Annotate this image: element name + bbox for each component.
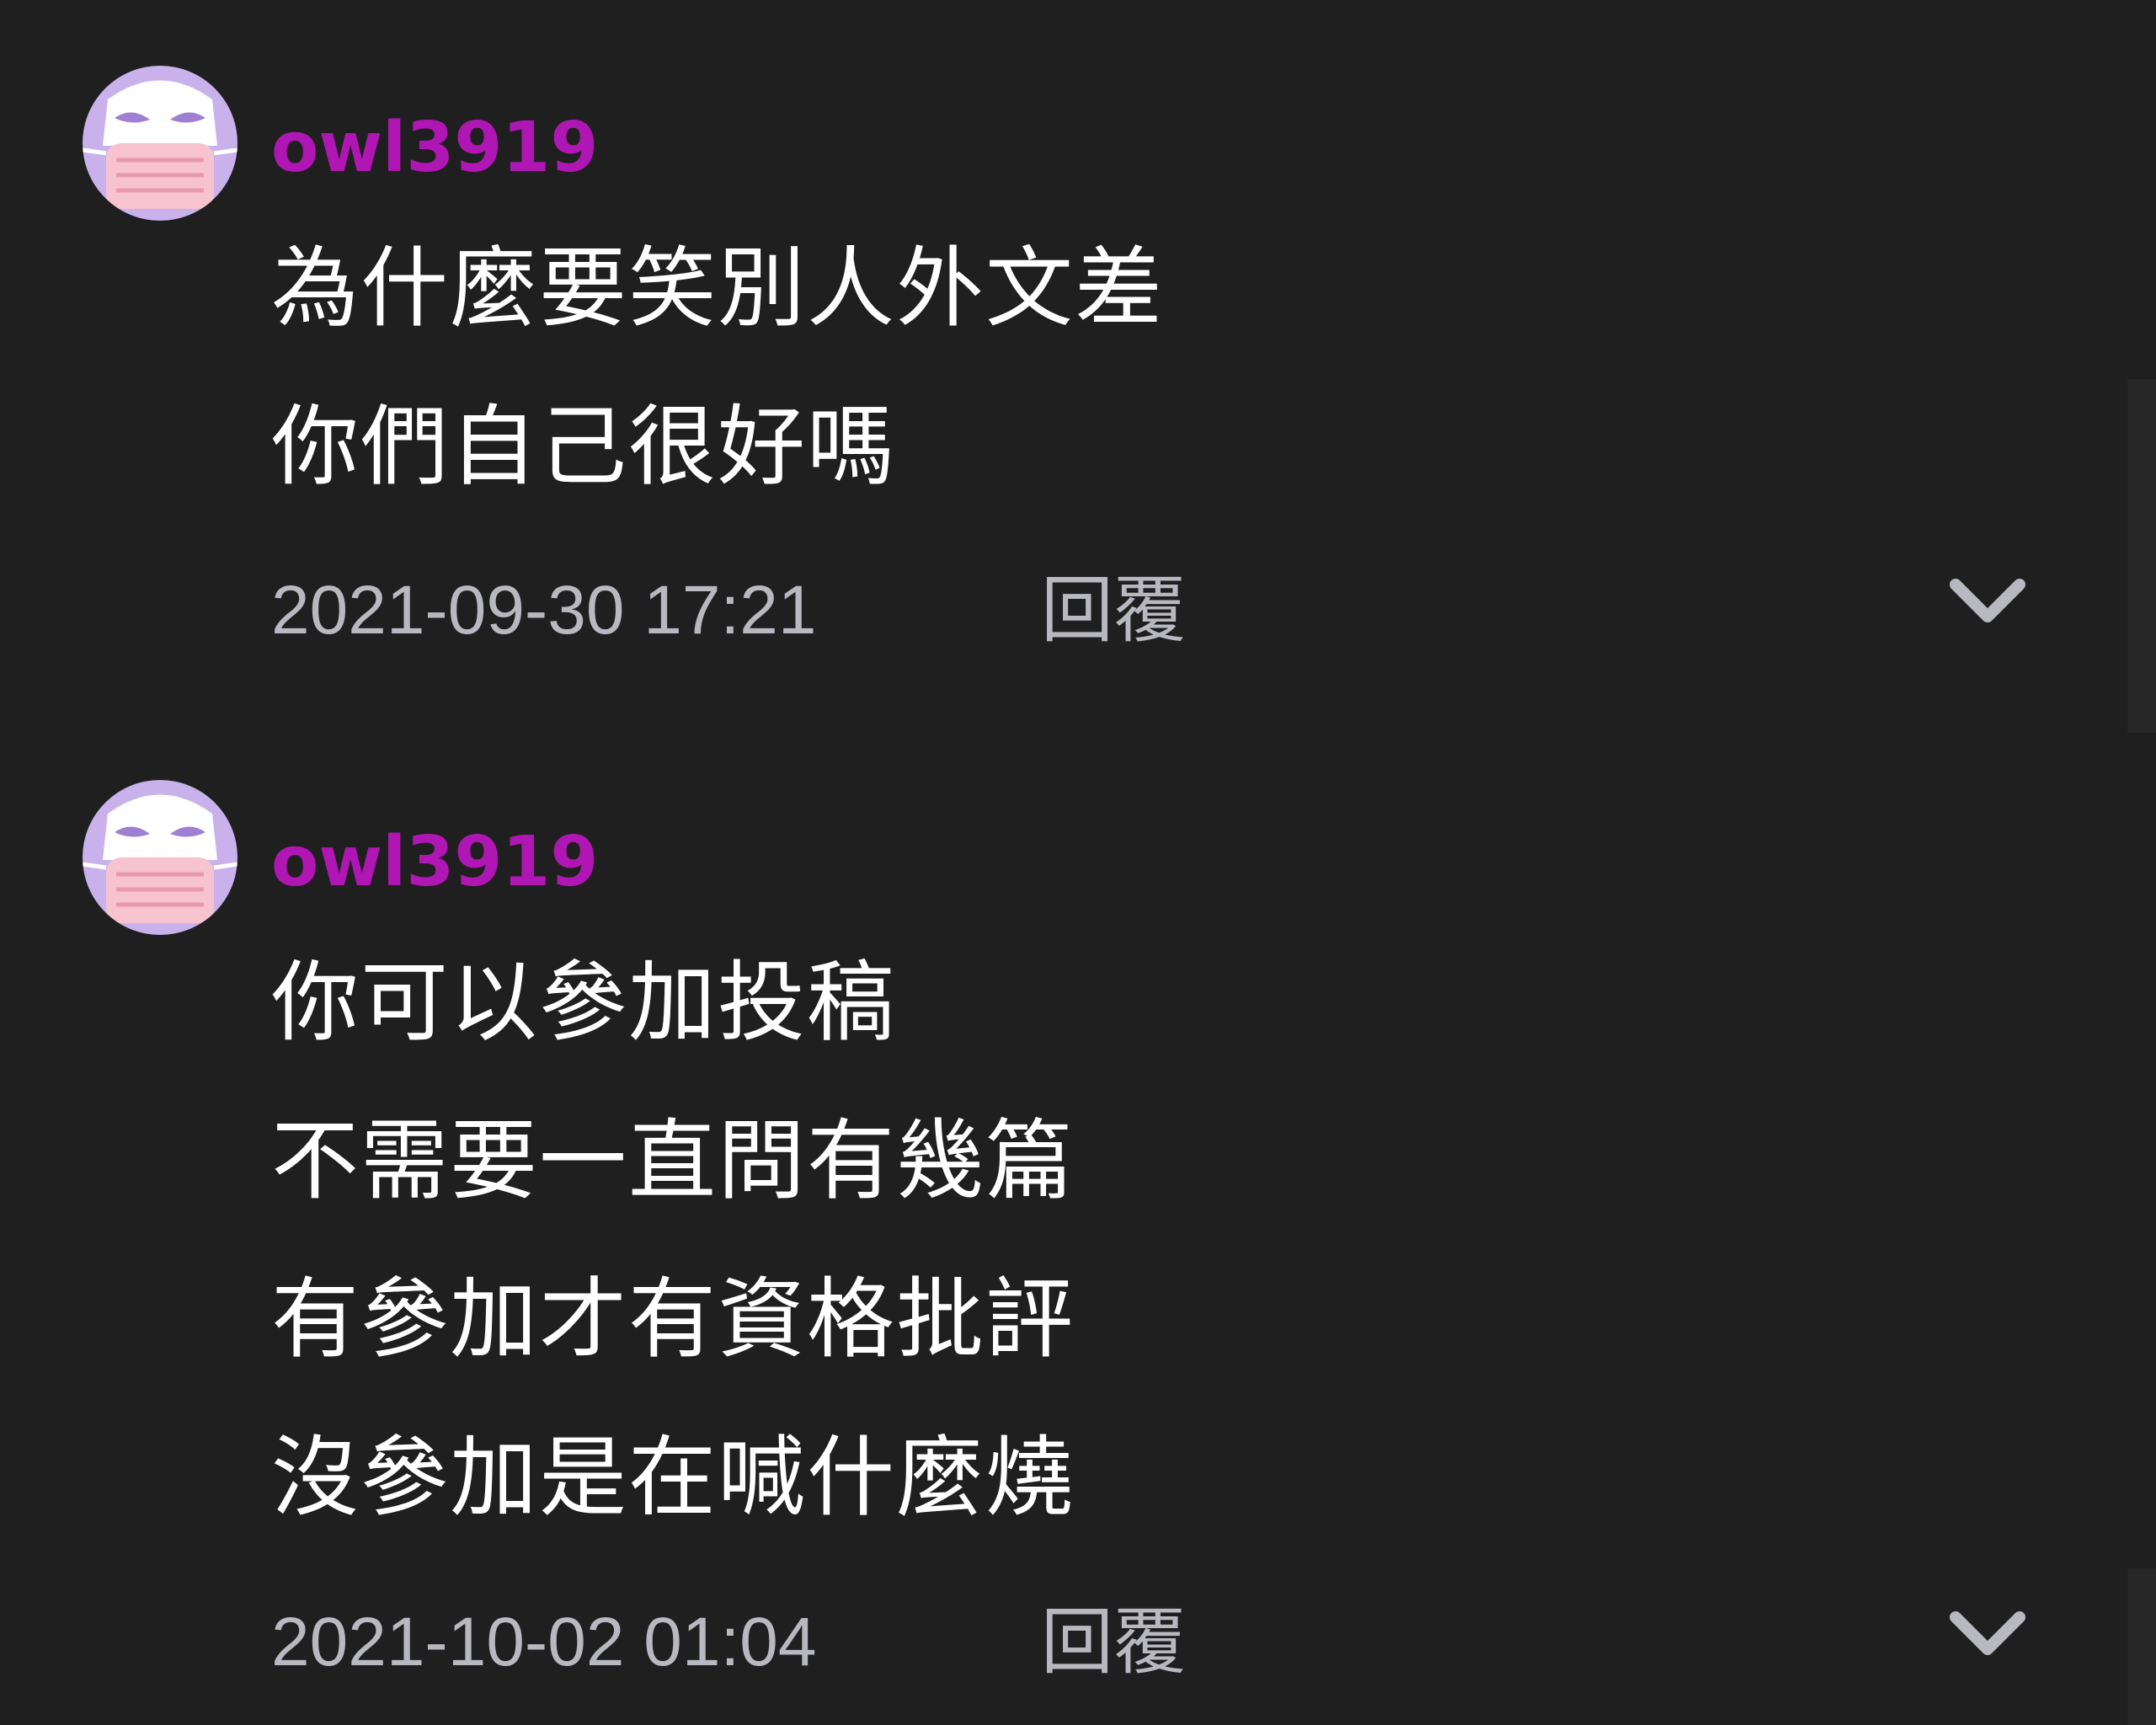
username[interactable]: owl3919 (271, 820, 598, 905)
chevron-down-icon[interactable] (1945, 1605, 2030, 1664)
owl-mask-avatar-icon (83, 80, 237, 209)
user-avatar[interactable] (83, 780, 237, 935)
reply-button[interactable]: 回覆 (1041, 1600, 1186, 1685)
username[interactable]: owl3919 (271, 106, 598, 190)
comment-text-line: 為什麼要笑別人外文差 (271, 237, 1165, 339)
owl-mask-avatar-icon (83, 794, 237, 923)
comment-item: owl3919 你可以參加投稿 不需要一直問有幾篇 有參加才有資格批評 沒參加是… (0, 758, 2122, 1725)
scrollbar-track-lower[interactable] (2127, 1568, 2156, 1725)
comment-text-line: 你可以參加投稿 (271, 951, 897, 1054)
user-avatar[interactable] (83, 66, 237, 221)
scrollbar-track-upper[interactable] (2127, 379, 2156, 733)
comment-item: owl3919 為什麼要笑別人外文差 你們自己很好嗎 2021-09-30 17… (0, 0, 2122, 724)
comment-text-line: 不需要一直問有幾篇 (271, 1109, 1075, 1212)
reply-button[interactable]: 回覆 (1041, 569, 1186, 653)
chevron-down-icon[interactable] (1945, 573, 2030, 632)
comment-timestamp: 2021-10-02 01:04 (271, 1604, 817, 1680)
comment-text-line: 你們自己很好嗎 (271, 395, 897, 498)
comment-text-line: 沒參加是在喊什麼燒 (271, 1426, 1075, 1529)
comment-text-line: 有參加才有資格批評 (271, 1268, 1075, 1370)
comment-timestamp: 2021-09-30 17:21 (271, 572, 817, 649)
